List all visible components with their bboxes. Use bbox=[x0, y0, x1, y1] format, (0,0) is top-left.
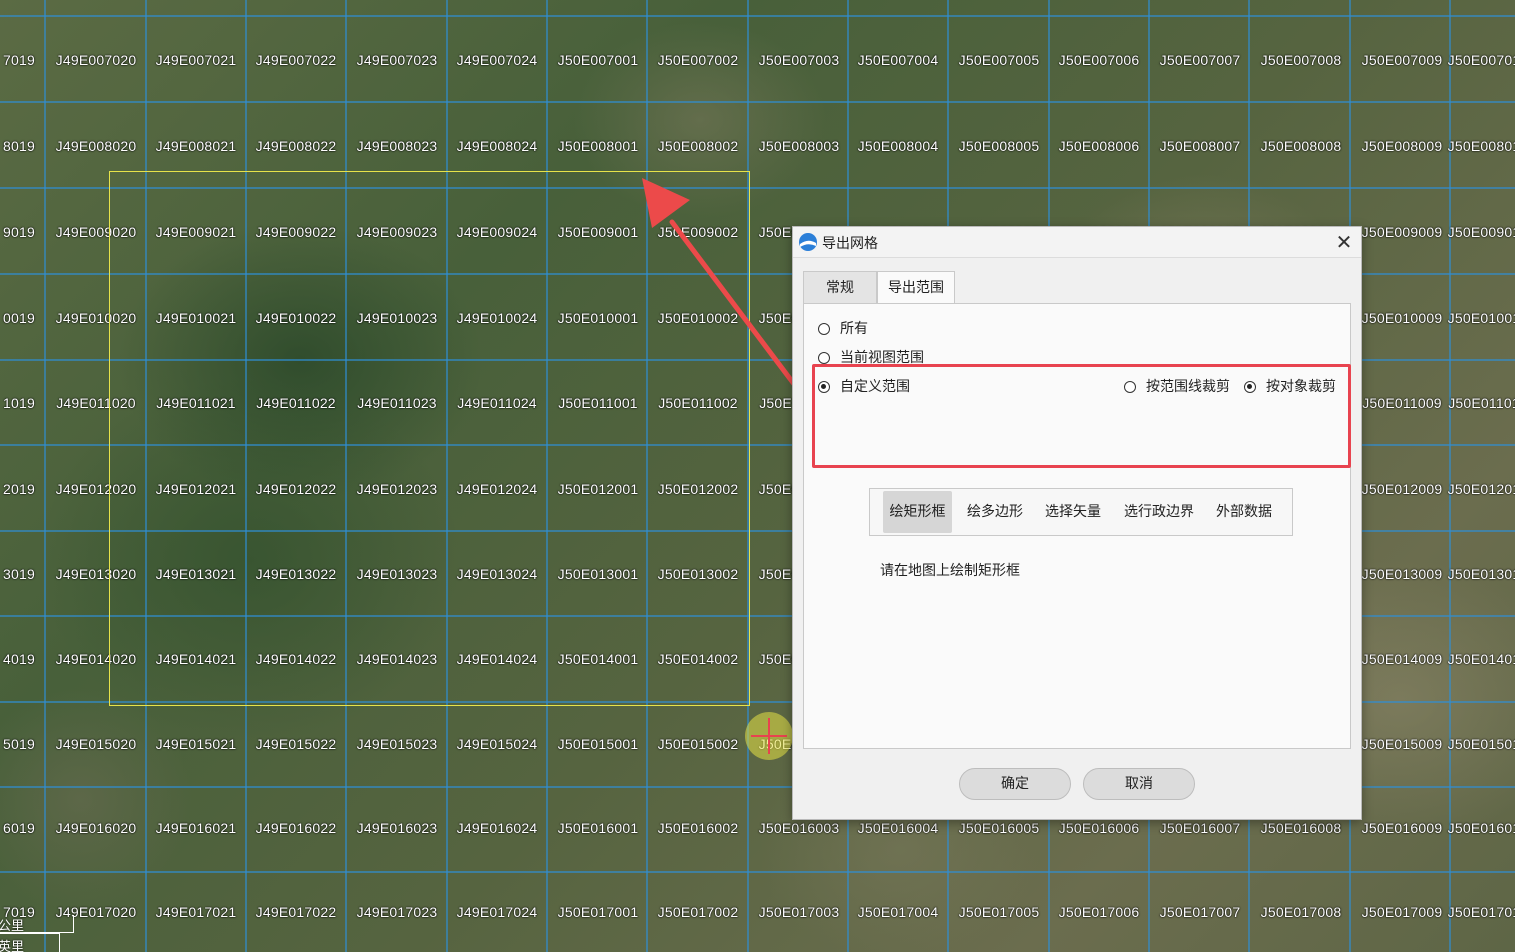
draw-rect-button[interactable]: 绘矩形框 bbox=[883, 491, 952, 533]
cancel-button[interactable]: 取消 bbox=[1083, 768, 1195, 800]
app-globe-icon bbox=[799, 233, 817, 251]
tab-export-range[interactable]: 导出范围 bbox=[877, 271, 955, 304]
draw-tool-group: 绘矩形框 绘多边形 选择矢量 选行政边界 外部数据 bbox=[869, 488, 1293, 536]
external-data-button[interactable]: 外部数据 bbox=[1208, 491, 1280, 533]
scale-km-label: 公里 bbox=[0, 919, 25, 934]
arrow-head bbox=[642, 178, 690, 228]
highlight-annotation bbox=[812, 364, 1351, 468]
option-all-label: 所有 bbox=[840, 321, 868, 337]
hint-text: 请在地图上绘制矩形框 bbox=[880, 563, 1020, 579]
draw-polygon-button[interactable]: 绘多边形 bbox=[960, 491, 1030, 533]
arrow-shaft bbox=[669, 219, 803, 395]
radio-current-view[interactable] bbox=[818, 352, 830, 364]
tab-general[interactable]: 常规 bbox=[803, 271, 877, 303]
option-all[interactable]: 所有 bbox=[818, 318, 868, 338]
close-button[interactable]: ✕ bbox=[1331, 229, 1357, 255]
dialog-titlebar[interactable]: 导出网格 ✕ bbox=[793, 227, 1361, 258]
scale-mi-label: 英里 bbox=[0, 940, 25, 952]
dialog-title: 导出网格 bbox=[822, 236, 878, 252]
ok-button[interactable]: 确定 bbox=[959, 768, 1071, 800]
select-vector-button[interactable]: 选择矢量 bbox=[1038, 491, 1108, 533]
export-grid-dialog: 导出网格 ✕ 常规 导出范围 所有 当前视图范围 自定义范围 按范围线裁剪 按对… bbox=[792, 226, 1362, 820]
radio-all[interactable] bbox=[818, 323, 830, 335]
select-admin-boundary-button[interactable]: 选行政边界 bbox=[1116, 491, 1202, 533]
crosshair-cursor-icon bbox=[745, 712, 793, 760]
scale-bar: 公里 英里 bbox=[0, 915, 74, 952]
